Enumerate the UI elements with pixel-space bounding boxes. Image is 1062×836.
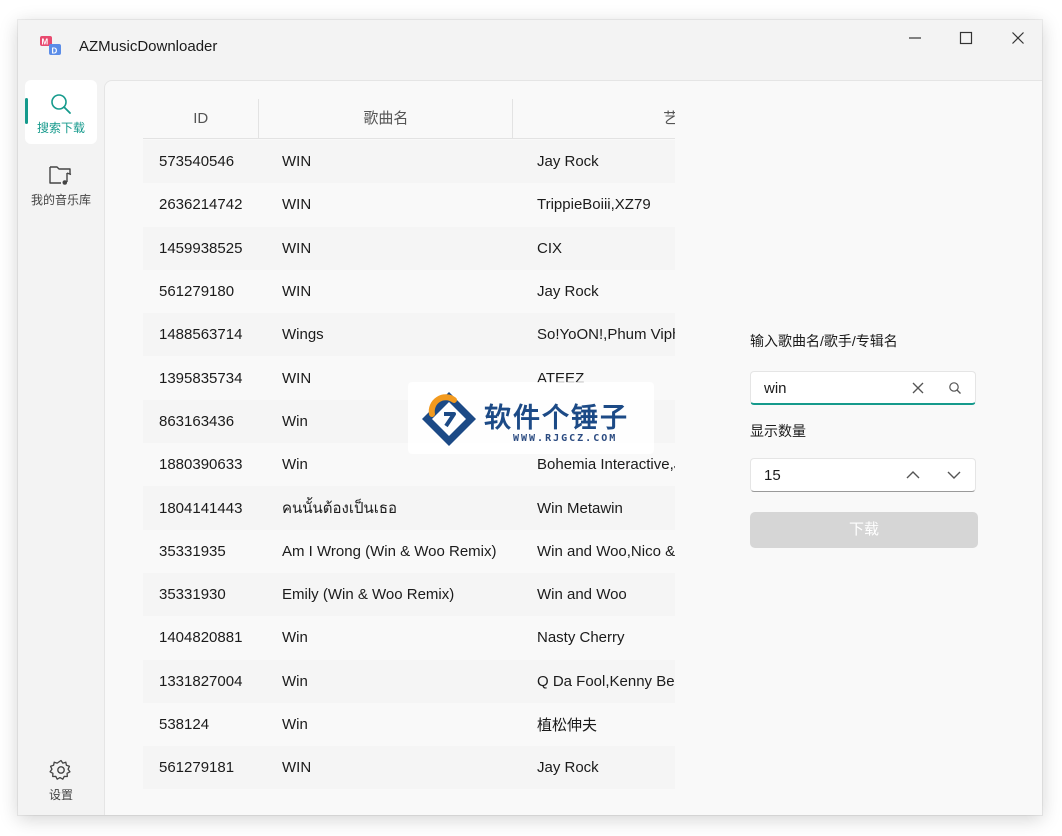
cell-id: 561279180 — [159, 283, 235, 301]
cell-artist: Win and Woo — [537, 586, 627, 604]
table-row[interactable]: 538124 Win 植松伸夫 — [143, 702, 675, 747]
table-row[interactable]: 1404820881 Win Nasty Cherry — [143, 616, 675, 660]
cell-song-name: Win — [282, 456, 308, 474]
cell-song-name: Emily (Win & Woo Remix) — [282, 586, 455, 604]
cell-song-name: WIN — [282, 196, 312, 214]
table-header: ID 歌曲名 艺 — [143, 99, 675, 139]
table-row[interactable]: 35331930 Emily (Win & Woo Remix) Win and W… — [143, 572, 675, 617]
table-row[interactable]: 561279181 WIN Jay Rock — [143, 746, 675, 790]
active-indicator — [25, 98, 28, 124]
sidebar-item-settings[interactable]: 设置 — [25, 758, 97, 808]
cell-id: 1880390633 — [159, 456, 243, 474]
cell-artist: Jay Rock — [537, 759, 599, 777]
gear-icon — [49, 759, 71, 780]
cell-id: 1395835734 — [159, 369, 243, 387]
minimize-icon — [909, 37, 921, 39]
watermark-name: 软件个锤子 — [484, 403, 629, 434]
chevron-down-icon[interactable] — [946, 469, 962, 481]
cell-song-name: WIN — [282, 239, 312, 257]
sidebar-item-label: 搜索下载 — [36, 121, 85, 135]
count-spinbox[interactable]: 15 — [750, 458, 976, 492]
cell-artist: CIX — [537, 239, 563, 257]
cell-id: 1804141443 — [159, 499, 243, 517]
cell-artist: Nasty Cherry — [537, 629, 625, 647]
table-body: 573540546 WIN Jay Rock 2636214742 WIN Trippie… — [143, 140, 675, 790]
app-title: AZMusicDownloader — [79, 38, 218, 55]
minimize-button[interactable] — [891, 20, 939, 56]
table-row[interactable]: 2636214742 WIN TrippieBoiii,XZ79 — [143, 183, 675, 227]
cell-artist: Win Metawin — [537, 499, 623, 517]
svg-text:M: M — [42, 38, 49, 47]
watermark: 软件个锤子 WWW.RJGCZ.COM — [408, 382, 654, 454]
table-row[interactable]: 35331935 Am I Wrong (Win & Woo Remix) Win … — [143, 529, 675, 573]
count-value: 15 — [764, 467, 781, 484]
table-row[interactable]: 573540546 WIN Jay Rock — [143, 140, 675, 184]
close-icon — [1012, 32, 1024, 44]
search-icon[interactable] — [948, 381, 962, 395]
cell-song-name: Am I Wrong (Win & Woo Remix) — [282, 542, 497, 560]
table-row[interactable]: 561279180 WIN Jay Rock — [143, 269, 675, 314]
close-window-button[interactable] — [994, 20, 1042, 56]
title-bar[interactable]: M D AZMusicDownloader — [18, 20, 1042, 70]
table-row[interactable]: 1459938525 WIN CIX — [143, 226, 675, 270]
sidebar-item-search-download[interactable]: 搜索下载 — [25, 80, 97, 144]
cell-song-name: Win — [282, 672, 308, 690]
cell-artist: Q Da Fool,Kenny Bea — [537, 672, 675, 690]
cell-id: 1404820881 — [159, 629, 243, 647]
count-label: 显示数量 — [750, 423, 806, 439]
maximize-icon — [959, 31, 973, 45]
svg-text:D: D — [52, 47, 58, 56]
cell-id: 1459938525 — [159, 239, 243, 257]
column-header-id[interactable]: ID — [143, 99, 260, 139]
watermark-logo-icon — [422, 392, 476, 446]
cell-id: 35331930 — [159, 586, 226, 604]
cell-artist: TrippieBoiii,XZ79 — [537, 196, 651, 214]
download-button[interactable]: 下载 — [750, 512, 978, 548]
search-input[interactable]: win — [750, 371, 976, 405]
clear-icon[interactable] — [911, 381, 925, 395]
chevron-up-icon[interactable] — [905, 469, 921, 481]
cell-song-name: คนนั้นต้องเป็นเธอ — [282, 500, 398, 518]
cell-artist: So!YoON!,Phum Viph — [537, 326, 675, 344]
music-folder-icon — [49, 166, 72, 185]
cell-song-name: Wings — [282, 326, 324, 344]
search-panel: 输入歌曲名/歌手/专辑名 win 显示数量 15 下载 — [750, 331, 978, 548]
sidebar-item-label: 设置 — [48, 788, 73, 802]
cell-id: 538124 — [159, 716, 210, 733]
app-logo-icon: M D — [40, 36, 61, 56]
cell-song-name: WIN — [282, 153, 312, 171]
cell-id: 561279181 — [159, 759, 235, 777]
cell-id: 863163436 — [159, 412, 235, 430]
maximize-button[interactable] — [942, 20, 990, 56]
sidebar-item-label: 我的音乐库 — [30, 193, 91, 207]
cell-song-name: WIN — [282, 759, 312, 777]
cell-id: 1488563714 — [159, 326, 243, 344]
column-header-artist[interactable]: 艺 — [513, 99, 675, 139]
cell-song-name: Win — [282, 716, 308, 733]
table-row[interactable]: 1488563714 Wings So!YoON!,Phum Viph — [143, 313, 675, 357]
search-icon — [51, 94, 71, 114]
cell-artist: Jay Rock — [537, 153, 599, 171]
column-header-song-name[interactable]: 歌曲名 — [259, 99, 514, 139]
table-row[interactable]: 1331827004 Win Q Da Fool,Kenny Bea — [143, 659, 675, 703]
cell-id: 2636214742 — [159, 196, 243, 214]
sidebar-item-music-library[interactable]: 我的音乐库 — [25, 163, 97, 219]
search-input-value: win — [764, 380, 787, 397]
cell-artist: 植松伸夫 — [537, 717, 598, 734]
cell-artist: Win and Woo,Nico & — [537, 542, 675, 560]
cell-song-name: WIN — [282, 283, 312, 301]
cell-id: 35331935 — [159, 542, 226, 560]
cell-id: 573540546 — [159, 153, 235, 171]
cell-artist: Jay Rock — [537, 283, 599, 301]
cell-artist: Bohemia Interactive,J — [537, 456, 675, 474]
search-label: 输入歌曲名/歌手/专辑名 — [750, 333, 898, 349]
watermark-url: WWW.RJGCZ.COM — [513, 433, 618, 444]
cell-id: 1331827004 — [159, 672, 243, 690]
table-row[interactable]: 1804141443 คนนั้นต้องเป็นเธอ Win Metawin — [143, 486, 675, 530]
cell-song-name: Win — [282, 629, 308, 647]
